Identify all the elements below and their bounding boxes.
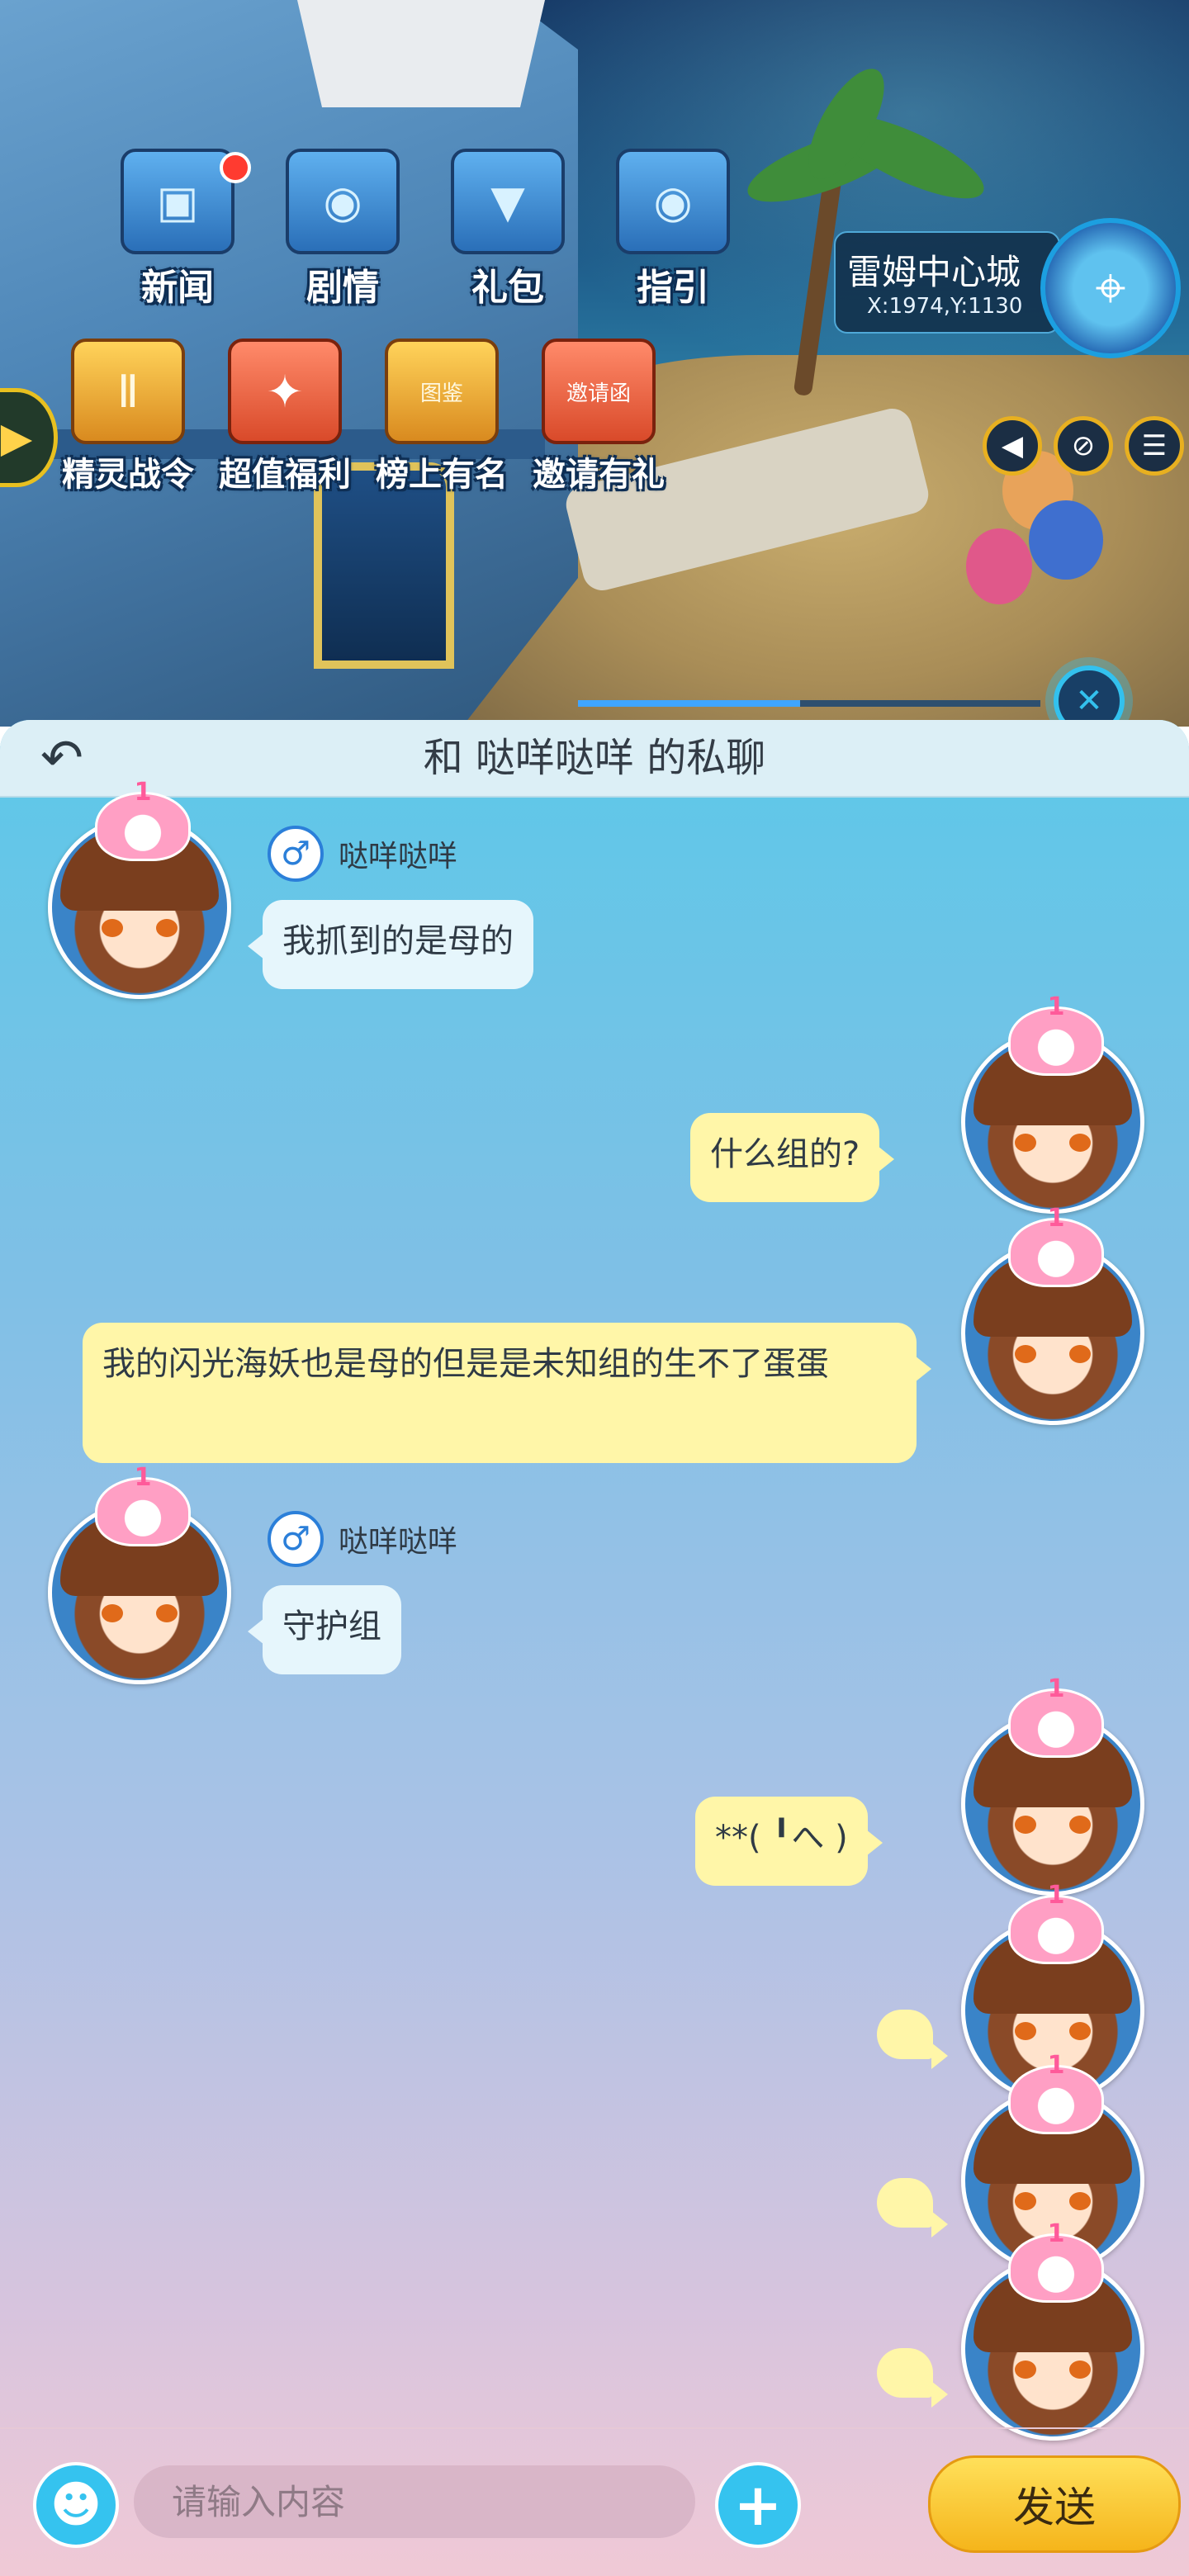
avatar-eyes (98, 1604, 181, 1624)
outgoing-message-bubble (877, 2010, 948, 2069)
level-number: 1 (134, 778, 152, 807)
avatar-eyes (98, 919, 181, 939)
building-roof (297, 0, 545, 107)
level-crown-badge: 1 (1008, 2051, 1104, 2134)
more-options-button[interactable]: + (715, 2462, 801, 2548)
my-avatar[interactable]: 1 (961, 992, 1144, 1214)
level-number: 1 (1047, 1674, 1065, 1703)
sender-name-row: ♂ 哒咩哒咩 (268, 826, 458, 882)
avatar-eyes (1011, 1134, 1094, 1153)
location-name: 雷姆中心城 (847, 252, 1021, 292)
gift-chest-icon: ▼ (451, 149, 565, 254)
message-input[interactable] (134, 2465, 695, 2538)
send-button[interactable]: 发送 (928, 2455, 1181, 2553)
progress-bar-fill (578, 700, 800, 707)
mute-button[interactable]: ⊘ (1054, 416, 1113, 476)
my-avatar[interactable]: 1 (961, 1674, 1144, 1896)
level-number: 1 (1047, 1204, 1065, 1233)
level-number: 1 (134, 1463, 152, 1492)
map-pin-icon: ⌖ (1095, 255, 1126, 320)
avatar-eyes (1011, 1816, 1094, 1835)
outgoing-message-bubble: 什么组的? (690, 1113, 895, 1202)
battle-pass-label: 精灵战令 (62, 456, 194, 494)
guide-menu-label: 指引 (637, 267, 709, 309)
gift-pack-menu-button[interactable]: ▼ 礼包 (438, 149, 578, 310)
balloon-decoration (966, 528, 1032, 604)
welfare-gift-icon: ✦ (228, 339, 342, 444)
level-crown-badge: 1 (1008, 1674, 1104, 1758)
story-menu-label: 剧情 (306, 267, 379, 309)
gift-pack-menu-label: 礼包 (471, 267, 544, 309)
sender-name-row: ♂ 哒咩哒咩 (268, 1511, 458, 1567)
welfare-label: 超值福利 (219, 456, 351, 494)
outgoing-message-bubble (877, 2348, 948, 2408)
level-crown-badge: 1 (1008, 2219, 1104, 2303)
back-arrow-icon: ↶ (40, 727, 83, 788)
invite-label: 邀请有礼 (533, 456, 665, 494)
smiley-icon: ☻ (50, 2476, 102, 2534)
avatar-eyes (1011, 2361, 1094, 2380)
level-crown-badge: 1 (1008, 992, 1104, 1076)
outgoing-message-bubble: **( ╹へ ) (695, 1797, 883, 1886)
location-panel: 雷姆中心城 X:1974,Y:1130 (834, 231, 1060, 334)
speaker-button[interactable]: ◀ (983, 416, 1042, 476)
male-gender-icon: ♂ (268, 1511, 324, 1567)
guide-menu-button[interactable]: ◉ 指引 (603, 149, 743, 310)
avatar-eyes (1011, 2192, 1094, 2212)
battle-pass-icon: Ⅱ (71, 339, 185, 444)
newspaper-icon: ▣ (121, 149, 234, 254)
notification-dot (220, 152, 251, 183)
male-gender-icon: ♂ (268, 826, 324, 882)
outgoing-message-bubble: 我的闪光海妖也是母的但是是未知组的生不了蛋蛋 (83, 1323, 931, 1463)
list-button[interactable]: ☰ (1125, 416, 1184, 476)
chat-input-bar: ☻ + 发送 (0, 2427, 1189, 2576)
trophy-icon: 图鉴 (385, 339, 499, 444)
back-button[interactable]: ↶ (25, 727, 99, 788)
invite-button[interactable]: 邀请函 邀请有礼 (528, 339, 669, 495)
level-crown-badge: 1 (1008, 1204, 1104, 1287)
avatar-eyes (1011, 1345, 1094, 1365)
map-button[interactable]: ⌖ (1040, 218, 1181, 358)
outgoing-message-bubble (877, 2178, 948, 2237)
avatar-eyes (1011, 2022, 1094, 2042)
guide-chest-icon: ◉ (616, 149, 730, 254)
close-icon: ✕ (1075, 682, 1103, 720)
story-chest-icon: ◉ (286, 149, 400, 254)
leaderboard-label: 榜上有名 (376, 456, 508, 494)
progress-bar (578, 700, 1040, 707)
leaderboard-button[interactable]: 图鉴 榜上有名 (372, 339, 512, 495)
level-crown-badge: 1 (95, 778, 191, 861)
battle-pass-button[interactable]: Ⅱ 精灵战令 (58, 339, 198, 495)
balloon-decoration (1029, 500, 1103, 580)
location-coordinates: X:1974,Y:1130 (867, 294, 1023, 319)
my-avatar[interactable]: 1 (961, 1204, 1144, 1425)
private-chat-panel: 和 哒咩哒咩 的私聊 ↶ 1 ♂ 哒咩哒咩 我抓到的是母的 1 什么组的? 1 … (0, 720, 1189, 2576)
level-number: 1 (1047, 992, 1065, 1021)
incoming-message-bubble: 我抓到的是母的 (248, 900, 533, 989)
level-number: 1 (1047, 2219, 1065, 2248)
level-number: 1 (1047, 2051, 1065, 2080)
welfare-button[interactable]: ✦ 超值福利 (215, 339, 355, 495)
sender-name: 哒咩哒咩 (339, 1525, 458, 1559)
speaker-icon: ◀ (1001, 429, 1024, 462)
incoming-message-bubble: 守护组 (248, 1585, 401, 1674)
prohibit-icon: ⊘ (1071, 429, 1096, 462)
emoji-button[interactable]: ☻ (33, 2462, 119, 2548)
invite-envelope-icon: 邀请函 (542, 339, 656, 444)
game-scene: ▣ 新闻 ◉ 剧情 ▼ 礼包 ◉ 指引 Ⅱ 精灵战令 ✦ 超值福利 图鉴 榜上有… (0, 0, 1189, 727)
partner-avatar[interactable]: 1 (48, 778, 231, 999)
story-menu-button[interactable]: ◉ 剧情 (272, 149, 413, 310)
level-crown-badge: 1 (95, 1463, 191, 1546)
list-icon: ☰ (1141, 429, 1168, 462)
level-crown-badge: 1 (1008, 1881, 1104, 1964)
news-menu-label: 新闻 (141, 267, 214, 309)
plus-icon: + (733, 2471, 783, 2539)
sender-name: 哒咩哒咩 (339, 840, 458, 874)
my-avatar[interactable]: 1 (961, 2219, 1144, 2441)
partner-avatar[interactable]: 1 (48, 1463, 231, 1684)
level-number: 1 (1047, 1881, 1065, 1910)
